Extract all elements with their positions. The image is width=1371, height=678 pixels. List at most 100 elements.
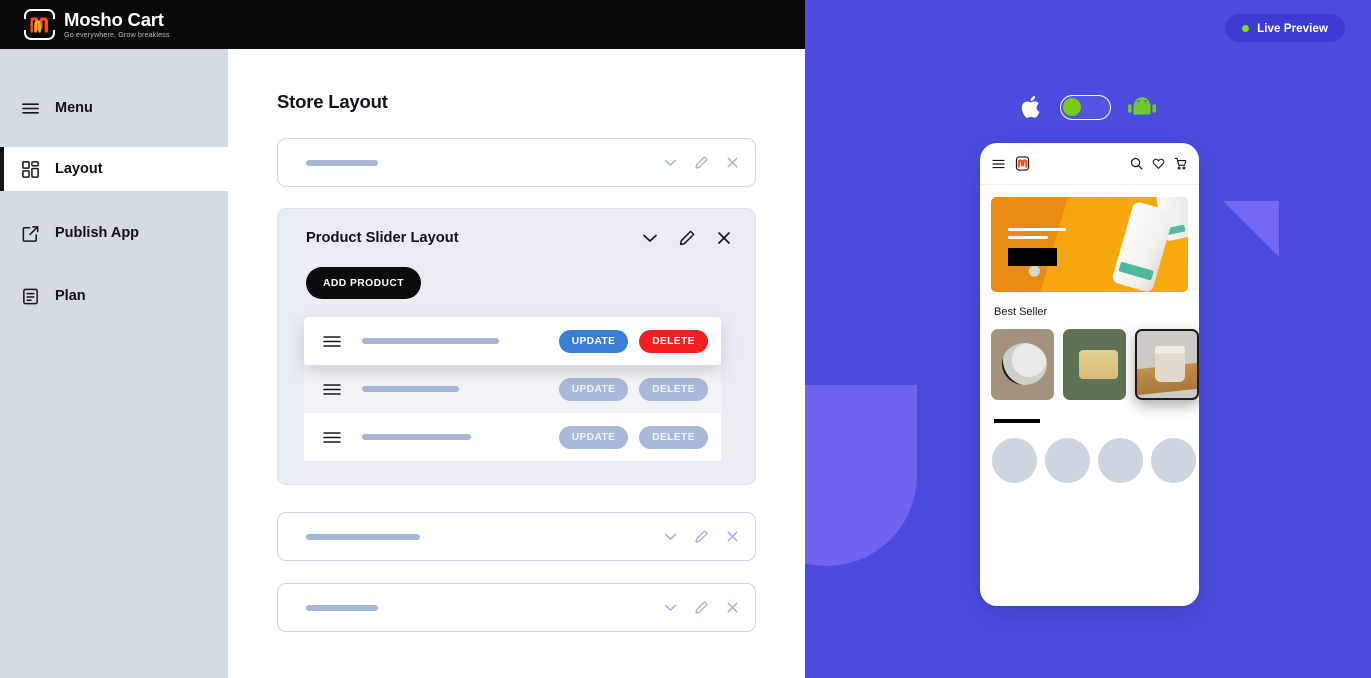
brand-tagline: Go everywhere, Grow breakless	[64, 29, 170, 39]
banner-cta-placeholder[interactable]	[1008, 248, 1057, 266]
product-row[interactable]: UPDATE DELETE	[304, 365, 721, 413]
decoration-triangle	[1223, 201, 1279, 257]
delete-button[interactable]: DELETE	[639, 329, 708, 353]
sidebar-item-menu[interactable]: Menu	[0, 86, 228, 130]
sidebar-item-publish-app[interactable]: Publish App	[0, 211, 228, 255]
card-actions	[662, 599, 741, 616]
mosho-m-glyph-icon	[1015, 156, 1030, 171]
drag-handle-icon[interactable]	[322, 430, 342, 445]
mosho-logo-icon[interactable]	[1015, 156, 1030, 171]
hamburger-icon[interactable]	[992, 159, 1005, 169]
sidebar-item-label: Layout	[55, 161, 103, 177]
cart-icon[interactable]	[1174, 157, 1187, 170]
sidebar-item-label: Plan	[55, 288, 86, 304]
pencil-icon[interactable]	[693, 599, 710, 616]
sidebar-item-label: Menu	[55, 100, 93, 116]
product-slider-title: Product Slider Layout	[306, 230, 459, 246]
placeholder-product-name	[362, 386, 459, 392]
grid-icon	[22, 160, 39, 178]
circle-placeholder[interactable]	[992, 438, 1037, 483]
layout-card-collapsed[interactable]	[277, 583, 756, 632]
brand-name: Mosho Cart	[64, 8, 164, 30]
chevron-down-icon[interactable]	[662, 528, 679, 545]
product-thumbnail[interactable]	[991, 329, 1055, 400]
card-actions	[640, 228, 734, 248]
live-preview-button[interactable]: Live Preview	[1225, 14, 1345, 42]
close-icon[interactable]	[724, 599, 741, 616]
chevron-down-icon[interactable]	[662, 154, 679, 171]
pencil-icon[interactable]	[693, 154, 710, 171]
heart-icon[interactable]	[1152, 157, 1165, 170]
row-actions: UPDATE DELETE	[559, 425, 708, 449]
layout-card-collapsed[interactable]	[277, 138, 756, 187]
decoration-semicircle	[805, 385, 917, 566]
product-row-dragging[interactable]: UPDATE DELETE	[304, 317, 721, 365]
banner-product-primary	[1111, 200, 1175, 292]
product-thumbnail-selected[interactable]	[1135, 329, 1199, 400]
phone-app-header	[980, 143, 1199, 185]
app-root: Mosho Cart Go everywhere, Grow breakless…	[0, 0, 1371, 678]
search-icon[interactable]	[1130, 157, 1143, 170]
drag-handle-icon[interactable]	[322, 334, 342, 349]
section-title-best-seller: Best Seller	[994, 306, 1048, 318]
top-bar: Mosho Cart Go everywhere, Grow breakless	[0, 0, 805, 49]
circle-placeholder[interactable]	[1151, 438, 1196, 483]
placeholder-title-bar	[306, 159, 378, 166]
layout-card-collapsed[interactable]	[277, 512, 756, 561]
delete-button[interactable]: DELETE	[639, 425, 708, 449]
preview-panel: Live Preview Best Seller	[805, 0, 1371, 678]
os-toggle[interactable]	[1059, 94, 1111, 120]
row-actions: UPDATE DELETE	[559, 329, 708, 353]
placeholder-title-bar	[306, 533, 420, 540]
pencil-icon[interactable]	[677, 228, 697, 248]
brand-logo[interactable]: Mosho Cart Go everywhere, Grow breakless	[0, 9, 170, 40]
product-slider-layout-card: Product Slider Layout ADD PRODUCT UPDATE…	[277, 208, 756, 485]
sidebar-item-layout[interactable]: Layout	[0, 147, 228, 191]
apple-icon[interactable]	[1021, 94, 1043, 120]
circle-placeholder[interactable]	[1098, 438, 1143, 483]
placeholder-product-name	[362, 338, 499, 344]
close-icon[interactable]	[724, 528, 741, 545]
chevron-down-icon[interactable]	[640, 228, 660, 248]
section-placeholder-bar	[994, 419, 1040, 423]
phone-header-left	[992, 156, 1030, 171]
product-slider-header: Product Slider Layout	[306, 228, 734, 248]
hamburger-icon	[22, 102, 39, 114]
update-button[interactable]: UPDATE	[559, 425, 628, 449]
delete-button[interactable]: DELETE	[639, 377, 708, 401]
close-icon[interactable]	[724, 154, 741, 171]
external-link-icon	[22, 225, 39, 242]
m-glyph-icon	[30, 17, 48, 32]
product-row[interactable]: UPDATE DELETE	[304, 413, 721, 461]
main-content: Store Layout Product Slider Layout ADD P…	[228, 49, 805, 678]
mosho-m-logo-icon	[23, 9, 56, 40]
brand-text: Mosho Cart Go everywhere, Grow breakless	[64, 10, 170, 40]
banner-placeholder-line	[1008, 236, 1048, 239]
phone-preview-frame: Best Seller	[980, 143, 1199, 606]
phone-screen: Best Seller	[980, 143, 1199, 606]
update-button[interactable]: UPDATE	[559, 377, 628, 401]
add-product-button[interactable]: ADD PRODUCT	[306, 267, 422, 299]
card-actions	[662, 528, 741, 545]
phone-header-right	[1130, 157, 1187, 170]
document-list-icon	[23, 288, 38, 304]
circle-placeholder[interactable]	[1045, 438, 1090, 483]
sidebar: Menu Layout Publish App Plan	[0, 49, 228, 678]
update-button[interactable]: UPDATE	[559, 329, 628, 353]
sidebar-item-plan[interactable]: Plan	[0, 274, 228, 318]
pencil-icon[interactable]	[693, 528, 710, 545]
product-thumbnail[interactable]	[1063, 329, 1127, 400]
circle-placeholder-list	[992, 438, 1199, 483]
card-actions	[662, 154, 741, 171]
placeholder-title-bar	[306, 604, 378, 611]
page-title: Store Layout	[277, 91, 388, 112]
toggle-knob	[1062, 98, 1081, 116]
close-icon[interactable]	[714, 228, 734, 248]
android-icon[interactable]	[1127, 96, 1156, 118]
chevron-down-icon[interactable]	[662, 599, 679, 616]
product-rows-list: UPDATE DELETE UPDATE DELETE UPDATE DELET…	[304, 317, 721, 461]
promo-banner[interactable]	[991, 197, 1188, 292]
status-dot-icon	[1242, 24, 1250, 32]
sidebar-item-label: Publish App	[55, 225, 140, 241]
drag-handle-icon[interactable]	[322, 382, 342, 397]
